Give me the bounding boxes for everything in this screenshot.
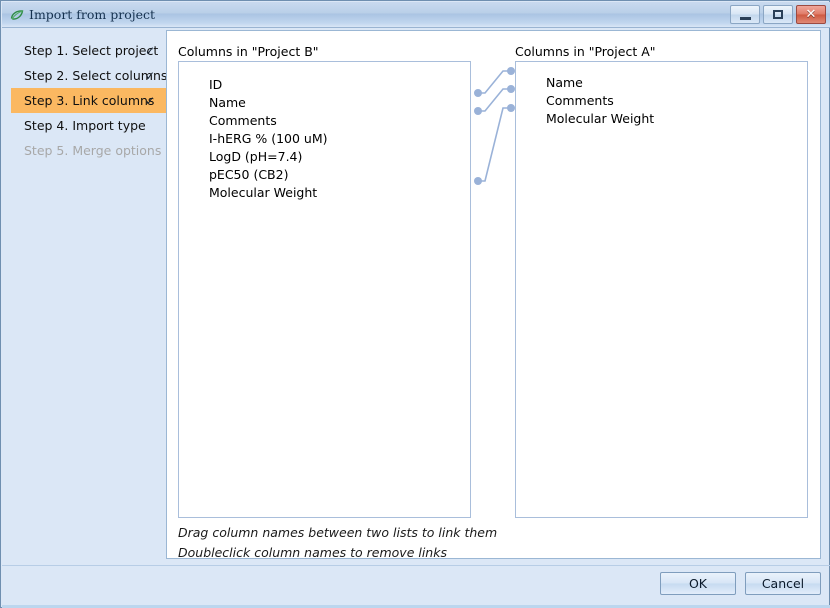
step-1-label: Step 1. Select project [24,43,159,58]
minimize-button[interactable] [730,5,760,24]
step-3-label: Step 3. Link columns [24,93,155,108]
list-item[interactable]: pEC50 (CB2) [209,166,288,184]
link-columns-panel: Columns in "Project B" ID Name Comments … [166,30,821,560]
check-icon: ✓ [145,43,156,58]
leaf-icon [9,7,25,23]
sidebar-item-step-2[interactable]: Step 2. Select columns ✓ [11,63,167,88]
list-item[interactable]: Comments [209,112,277,130]
step-4-label: Step 4. Import type [24,118,146,133]
ok-button[interactable]: OK [660,572,736,595]
close-icon: ✕ [805,7,817,22]
cancel-button[interactable]: Cancel [745,572,821,595]
list-item[interactable]: Comments [546,92,614,110]
right-columns-listbox[interactable]: Name Comments Molecular Weight [515,61,808,518]
hint-doubleclick-remove: Doubleclick column names to remove links [178,545,447,560]
footer-separator [2,565,830,566]
list-item[interactable]: LogD (pH=7.4) [209,148,302,166]
steps-sidebar: Step 1. Select project ✓ Step 2. Select … [2,29,167,560]
sidebar-item-step-1[interactable]: Step 1. Select project ✓ [11,38,166,63]
list-item[interactable]: I-hERG % (100 uM) [209,130,328,148]
minimize-icon [739,16,751,20]
import-from-project-dialog: Import from project ✕ Step 1. Select pro… [0,0,830,608]
window-title: Import from project [29,7,156,22]
window-controls: ✕ [730,5,826,24]
left-columns-listbox[interactable]: ID Name Comments I-hERG % (100 uM) LogD … [178,61,471,518]
check-icon: ✓ [145,93,156,108]
maximize-icon [773,10,783,19]
list-item[interactable]: Molecular Weight [546,110,654,128]
sidebar-item-step-5: Step 5. Merge options [11,138,166,163]
sidebar-item-step-3[interactable]: Step 3. Link columns ✓ [11,88,166,113]
list-item[interactable]: Molecular Weight [209,184,317,202]
left-list-caption: Columns in "Project B" [178,44,319,59]
list-item[interactable]: Name [546,74,583,92]
title-bar: Import from project ✕ [2,2,830,28]
check-icon: ✓ [145,68,156,83]
right-list-caption: Columns in "Project A" [515,44,656,59]
step-5-label: Step 5. Merge options [24,143,162,158]
hint-drag-to-link: Drag column names between two lists to l… [178,525,498,540]
list-item[interactable]: Name [209,94,246,112]
sidebar-item-step-4[interactable]: Step 4. Import type [11,113,166,138]
list-item[interactable]: ID [209,76,222,94]
maximize-button[interactable] [763,5,793,24]
close-button[interactable]: ✕ [796,5,826,24]
